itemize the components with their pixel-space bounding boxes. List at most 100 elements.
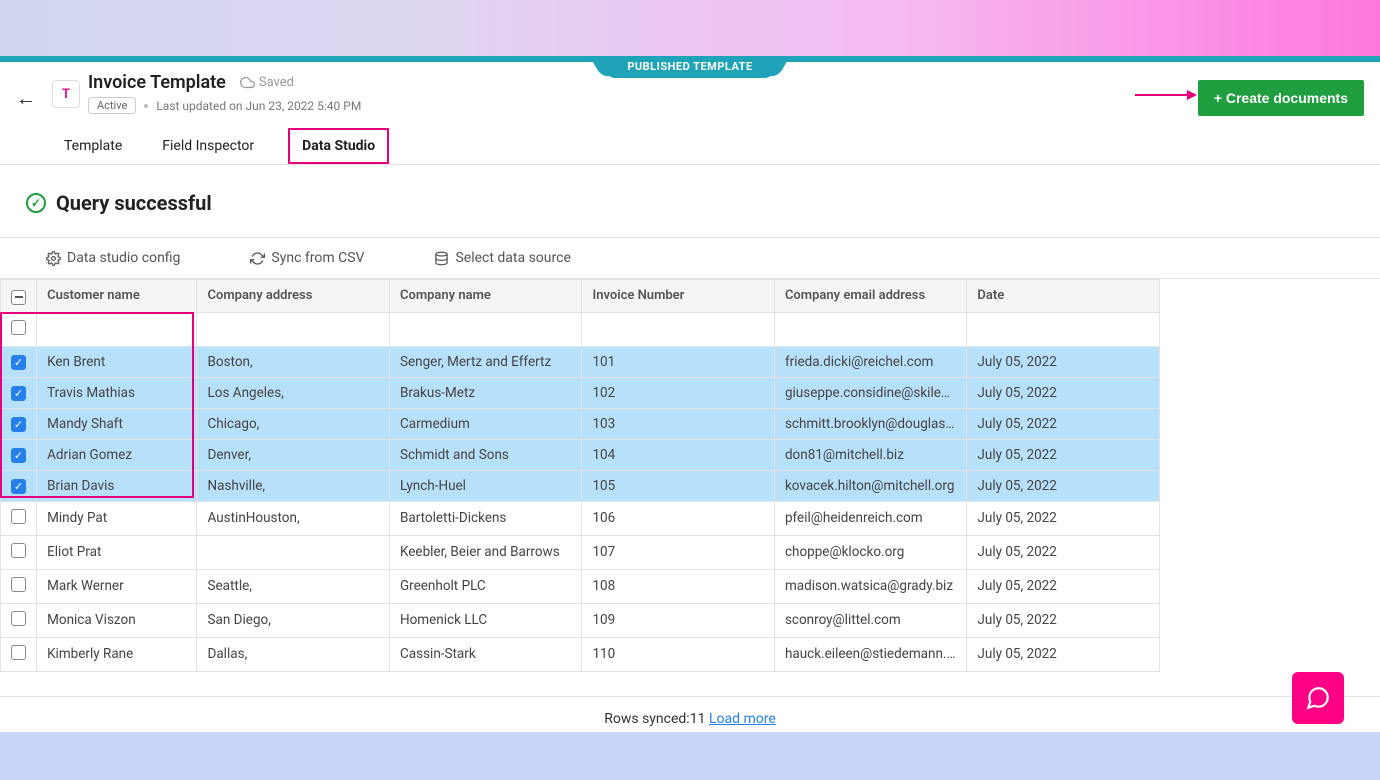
col-company-name[interactable]: Company name <box>389 280 581 313</box>
cell-comp: Schmidt and Sons <box>389 439 581 470</box>
cell-inv: 110 <box>582 637 774 671</box>
cell-email: giuseppe.considine@skiles.biz <box>774 377 966 408</box>
row-checkbox[interactable] <box>11 611 26 626</box>
chat-fab[interactable] <box>1292 672 1344 724</box>
cell-addr: Dallas, <box>197 637 389 671</box>
tab-field-inspector[interactable]: Field Inspector <box>156 128 260 164</box>
title-block: Invoice Template Saved Active Last updat… <box>88 72 361 114</box>
row-checkbox[interactable] <box>11 645 26 660</box>
cell-name: Travis Mathias <box>37 377 197 408</box>
cell-name: Ken Brent <box>37 346 197 377</box>
row-checkbox[interactable] <box>11 509 26 524</box>
row-checkbox[interactable]: ✓ <box>11 479 26 494</box>
cell-date: July 05, 2022 <box>967 535 1160 569</box>
cell-comp: Brakus-Metz <box>389 377 581 408</box>
cell-comp: Lynch-Huel <box>389 470 581 501</box>
cell-comp: Greenholt PLC <box>389 569 581 603</box>
table-row[interactable]: Monica ViszonSan Diego,Homenick LLC109sc… <box>1 603 1160 637</box>
table-row[interactable]: ✓Brian DavisNashville,Lynch-Huel105kovac… <box>1 470 1160 501</box>
sync-from-csv-button[interactable]: Sync from CSV <box>250 250 364 266</box>
top-gradient <box>0 0 1380 56</box>
cell-date: July 05, 2022 <box>967 569 1160 603</box>
row-checkbox[interactable]: ✓ <box>11 355 26 370</box>
cell-email: frieda.dicki@reichel.com <box>774 346 966 377</box>
cloud-icon <box>240 75 255 90</box>
header: ← T Invoice Template Saved Active Last u… <box>0 62 1380 122</box>
col-invoice-number[interactable]: Invoice Number <box>582 280 774 313</box>
data-studio-config-button[interactable]: Data studio config <box>46 250 180 266</box>
bottom-bar <box>0 732 1380 780</box>
row-checkbox[interactable] <box>11 543 26 558</box>
col-company-address[interactable]: Company address <box>197 280 389 313</box>
table-wrap: Customer name Company address Company na… <box>0 279 1380 672</box>
table-row[interactable]: Mindy PatAustinHouston,Bartoletti-Dicken… <box>1 501 1160 535</box>
table-row[interactable]: ✓ Ken BrentBoston,Senger, Mertz and Effer… <box>1 346 1160 377</box>
cell-name: Eliot Prat <box>37 535 197 569</box>
col-date[interactable]: Date <box>967 280 1160 313</box>
cell-inv: 104 <box>582 439 774 470</box>
row-checkbox[interactable] <box>11 577 26 592</box>
rows-synced-count: 11 <box>690 711 706 727</box>
gear-icon <box>46 251 61 266</box>
load-more-link[interactable]: Load more <box>709 711 776 727</box>
chat-icon <box>1305 685 1331 711</box>
cell-comp: Senger, Mertz and Effertz <box>389 346 581 377</box>
cell-date: July 05, 2022 <box>967 377 1160 408</box>
cell-date: July 05, 2022 <box>967 637 1160 671</box>
cell-addr: Chicago, <box>197 408 389 439</box>
row-checkbox[interactable]: ✓ <box>11 417 26 432</box>
table-row[interactable]: ✓Adrian GomezDenver,Schmidt and Sons104d… <box>1 439 1160 470</box>
row-checkbox[interactable]: ✓ <box>11 448 26 463</box>
row-checkbox[interactable] <box>11 320 26 335</box>
cell-addr: Nashville, <box>197 470 389 501</box>
col-customer-name[interactable]: Customer name <box>37 280 197 313</box>
cell-inv: 108 <box>582 569 774 603</box>
cell-addr: San Diego, <box>197 603 389 637</box>
annotation-arrow <box>1135 94 1195 96</box>
table-row[interactable]: Kimberly RaneDallas,Cassin-Stark110hauck… <box>1 637 1160 671</box>
cell-addr: AustinHouston, <box>197 501 389 535</box>
header-row: Customer name Company address Company na… <box>1 280 1160 313</box>
select-all-checkbox[interactable] <box>11 290 26 305</box>
cell-name: Kimberly Rane <box>37 637 197 671</box>
sync-label: Sync from CSV <box>271 250 364 266</box>
cell-addr: Boston, <box>197 346 389 377</box>
cell-inv: 103 <box>582 408 774 439</box>
table-row[interactable]: Mark WernerSeattle,Greenholt PLC108madis… <box>1 569 1160 603</box>
cell-comp: Homenick LLC <box>389 603 581 637</box>
cell-inv: 109 <box>582 603 774 637</box>
cell-comp: Keebler, Beier and Barrows <box>389 535 581 569</box>
cell-date: July 05, 2022 <box>967 470 1160 501</box>
cell-date: July 05, 2022 <box>967 346 1160 377</box>
table-row[interactable]: ✓Mandy ShaftChicago,Carmedium103schmitt.… <box>1 408 1160 439</box>
tab-template[interactable]: Template <box>58 128 128 164</box>
select-data-source-button[interactable]: Select data source <box>434 250 570 266</box>
back-arrow-icon[interactable]: ← <box>16 86 36 111</box>
cell-date: July 05, 2022 <box>967 603 1160 637</box>
rows-synced-label: Rows synced: <box>604 711 689 727</box>
data-table: Customer name Company address Company na… <box>0 279 1160 672</box>
page-title: Invoice Template <box>88 72 226 93</box>
status-pill: Active <box>88 97 136 114</box>
cell-inv: 105 <box>582 470 774 501</box>
cell-email: choppe@klocko.org <box>774 535 966 569</box>
cell-email: hauck.eileen@stiedemann.com <box>774 637 966 671</box>
cell-email: pfeil@heidenreich.com <box>774 501 966 535</box>
tab-data-studio[interactable]: Data Studio <box>288 128 389 164</box>
table-row[interactable]: Eliot PratKeebler, Beier and Barrows107c… <box>1 535 1160 569</box>
last-updated: Last updated on Jun 23, 2022 5:40 PM <box>156 99 361 113</box>
table-row[interactable]: ✓Travis MathiasLos Angeles,Brakus-Metz10… <box>1 377 1160 408</box>
cell-addr: Denver, <box>197 439 389 470</box>
cell-name: Mindy Pat <box>37 501 197 535</box>
row-checkbox[interactable]: ✓ <box>11 386 26 401</box>
col-company-email[interactable]: Company email address <box>774 280 966 313</box>
config-label: Data studio config <box>67 250 180 266</box>
cell-inv: 102 <box>582 377 774 408</box>
cell-inv: 106 <box>582 501 774 535</box>
cell-name: Adrian Gomez <box>37 439 197 470</box>
cell-name: Mark Werner <box>37 569 197 603</box>
cell-date: July 05, 2022 <box>967 408 1160 439</box>
create-documents-button[interactable]: + Create documents <box>1198 80 1364 116</box>
cell-addr <box>197 535 389 569</box>
saved-status: Saved <box>240 75 294 90</box>
